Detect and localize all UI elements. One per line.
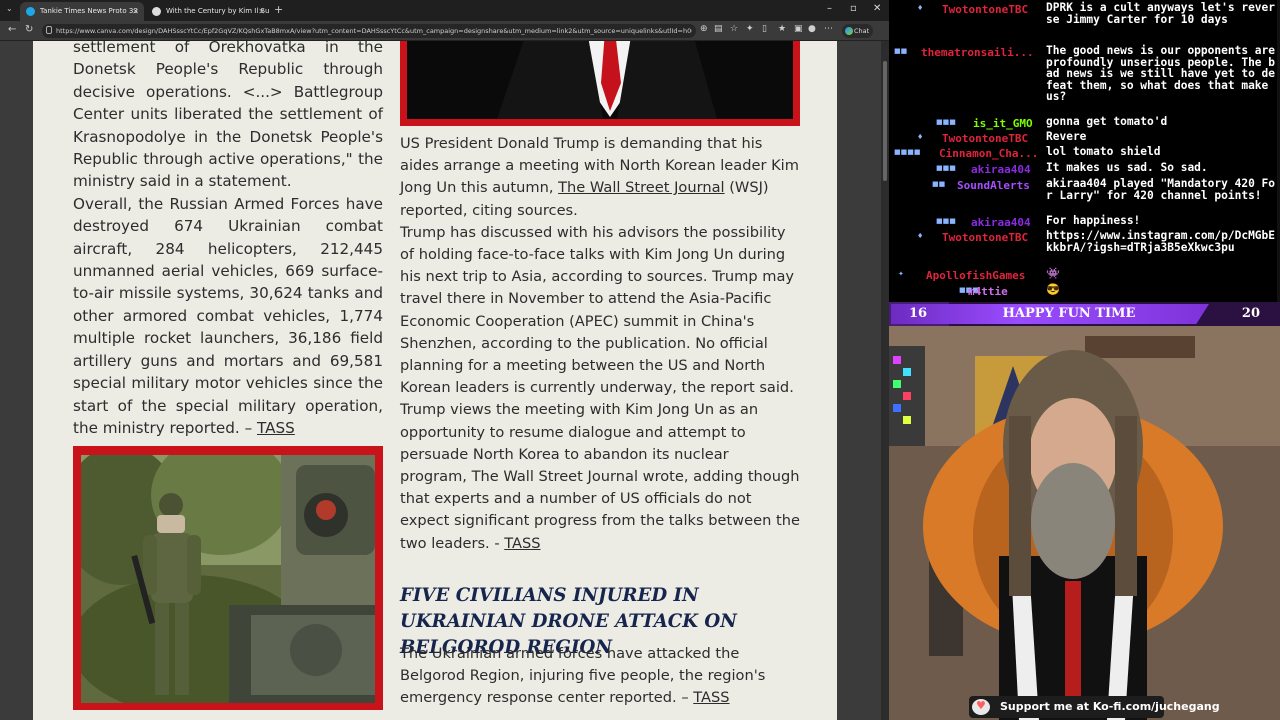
newspaper-page: settlement of Orekhovatka in the Donetsk… xyxy=(33,41,837,720)
favorites-icon[interactable]: ★ xyxy=(778,24,786,34)
overlay-title: HAPPY FUN TIME xyxy=(1002,306,1136,321)
address-toolbar: ← ↻ https://www.canva.com/design/DAHSssc… xyxy=(0,21,889,41)
webcam-illustration xyxy=(889,326,1280,720)
tab-bar: ⌄ Tankie Times News Proto 33 ✕ With the … xyxy=(0,0,889,21)
close-tab-icon[interactable]: ✕ xyxy=(258,2,265,21)
orekhovatka-paragraph: settlement of Orekhovatka in the Donetsk… xyxy=(73,41,383,191)
tab-title: With the Century by Kim Il Sung xyxy=(166,7,270,15)
tab-with-the-century[interactable]: With the Century by Kim Il Sung ✕ xyxy=(146,2,270,21)
back-icon[interactable]: ← xyxy=(8,24,16,35)
page-favicon-icon xyxy=(152,7,161,16)
left-column: settlement of Orekhovatka in the Donetsk… xyxy=(73,41,383,439)
extensions-icon[interactable]: ✦ xyxy=(746,24,754,34)
chat-badge-icon: ♦ xyxy=(917,4,924,12)
overlay-right-number: 20 xyxy=(1241,306,1260,321)
chat-username[interactable]: ApollofishGames xyxy=(926,269,1025,282)
chat-text: 👾 xyxy=(1046,267,1060,280)
trump-image xyxy=(407,41,793,119)
favorite-star-icon[interactable]: ☆ xyxy=(730,24,738,34)
overlay-left-number: 16 xyxy=(909,306,928,321)
chat-username[interactable]: SoundAlerts xyxy=(957,179,1030,192)
trump-text-3: Trump views the meeting with Kim Jong Un… xyxy=(400,401,800,552)
tass-link[interactable]: TASS xyxy=(504,535,540,552)
minimize-icon[interactable]: – xyxy=(827,3,832,14)
chat-badge-icon: ■■ xyxy=(932,180,946,188)
zoom-icon[interactable]: ⊕ xyxy=(700,24,708,34)
stream-chat: ♦ TwotontoneTBC DPRK is a cult anyways let… xyxy=(889,0,1280,302)
maximize-icon[interactable]: ▫ xyxy=(850,3,857,14)
soldier-photo xyxy=(73,446,383,710)
chat-username[interactable]: TwotontoneTBC xyxy=(942,3,1028,16)
trump-paragraph-1: US President Donald Trump is demanding t… xyxy=(400,133,800,222)
tab-title: Tankie Times News Proto 33 xyxy=(40,7,138,15)
reload-icon[interactable]: ↻ xyxy=(25,24,33,35)
chat-badge-icon: ■■■ xyxy=(936,217,956,225)
tass-link[interactable]: TASS xyxy=(693,689,729,706)
soldier-illustration xyxy=(81,455,375,703)
belgorod-column: The Ukrainian armed forces have attacked… xyxy=(400,643,800,710)
chat-badge-icon: ♦ xyxy=(917,133,924,141)
chat-username[interactable]: TwotontoneTBC xyxy=(942,231,1028,244)
chat-username[interactable]: Cinnamon_Cha... xyxy=(939,147,1038,160)
trump-paragraph-2: Trump has discussed with his advisors th… xyxy=(400,223,795,397)
trump-photo xyxy=(400,41,800,126)
new-tab-button[interactable]: + xyxy=(274,3,283,16)
address-bar[interactable]: https://www.canva.com/design/DAHSsscYtCc… xyxy=(42,24,696,38)
chat-badge-icon: ■■■ xyxy=(936,164,956,172)
tab-tankie-times[interactable]: Tankie Times News Proto 33 ✕ xyxy=(20,2,144,21)
suit-illustration xyxy=(407,41,793,119)
kofi-cup-icon xyxy=(972,699,990,715)
tass-link[interactable]: TASS xyxy=(257,419,295,437)
copilot-chat-button[interactable]: Chat xyxy=(842,24,874,38)
trump-paragraph-3: Trump views the meeting with Kim Jong Un… xyxy=(400,399,800,554)
chat-text: The good news is our opponents are profo… xyxy=(1046,44,1276,103)
chat-badge-icon: ■■■■ xyxy=(894,148,921,156)
page-viewport: settlement of Orekhovatka in the Donetsk… xyxy=(0,41,889,720)
kofi-support-banner[interactable]: Support me at Ko-fi.com/juchegang xyxy=(969,696,1220,718)
page-scrollbar[interactable] xyxy=(881,41,889,720)
chat-username[interactable]: is_it_GMO xyxy=(973,117,1033,130)
chat-text: akiraa404 played "Mandatory 420 For Larr… xyxy=(1046,177,1276,202)
webcam-feed xyxy=(889,326,1280,720)
more-menu-icon[interactable]: ⋯ xyxy=(824,24,833,34)
chat-text: Revere xyxy=(1046,130,1087,143)
chat-username[interactable]: thematronsaili... xyxy=(921,46,1034,59)
canva-favicon-icon xyxy=(26,7,35,16)
losses-text: Overall, the Russian Armed Forces have d… xyxy=(73,194,383,437)
profile-icon[interactable]: ● xyxy=(808,24,816,34)
chat-text: DPRK is a cult anyways let's reverse Jim… xyxy=(1046,1,1276,26)
wsj-link[interactable]: The Wall Street Journal xyxy=(558,179,724,196)
stream-overlay-bar: 16 HAPPY FUN TIME 20 xyxy=(889,302,1280,326)
chat-text: It makes us sad. So sad. xyxy=(1046,161,1208,174)
chat-text: 😎 xyxy=(1046,283,1060,296)
lock-icon xyxy=(46,26,52,34)
chat-username[interactable]: akiraa404 xyxy=(971,216,1031,229)
url-text[interactable]: https://www.canva.com/design/DAHSsscYtCc… xyxy=(56,24,692,38)
kofi-text: Support me at Ko-fi.com/juchegang xyxy=(1000,700,1220,713)
chat-badge-icon: ♦ xyxy=(917,232,924,240)
chat-text: https://www.instagram.com/p/DcMGbEkkbrA/… xyxy=(1046,229,1276,254)
collections-icon[interactable]: ▣ xyxy=(794,24,803,34)
chat-username[interactable]: m4ttie xyxy=(968,285,1008,298)
reader-icon[interactable]: ▤ xyxy=(714,24,723,34)
losses-paragraph: Overall, the Russian Armed Forces have d… xyxy=(73,193,383,439)
chat-text: For happiness! xyxy=(1046,214,1141,227)
chat-badge-icon: ■■ xyxy=(894,47,908,55)
chat-username[interactable]: akiraa404 xyxy=(971,163,1031,176)
scrollbar-thumb[interactable] xyxy=(883,61,887,181)
browser-window: ⌄ Tankie Times News Proto 33 ✕ With the … xyxy=(0,0,889,720)
belgorod-paragraph: The Ukrainian armed forces have attacked… xyxy=(400,643,800,710)
tab-search-icon[interactable]: ⌄ xyxy=(6,4,13,13)
chat-badge-icon: ■■■ xyxy=(936,118,956,126)
soldier-image xyxy=(81,455,375,703)
chat-text: lol tomato shield xyxy=(1046,145,1161,158)
chat-username[interactable]: TwotontoneTBC xyxy=(942,132,1028,145)
split-screen-icon[interactable]: ▯ xyxy=(762,24,767,34)
chat-text: gonna get tomato'd xyxy=(1046,115,1168,128)
right-column: US President Donald Trump is demanding t… xyxy=(400,133,800,555)
close-window-icon[interactable]: ✕ xyxy=(873,3,881,14)
chat-badge-icon: ✦ xyxy=(898,270,904,278)
close-tab-icon[interactable]: ✕ xyxy=(132,2,139,21)
